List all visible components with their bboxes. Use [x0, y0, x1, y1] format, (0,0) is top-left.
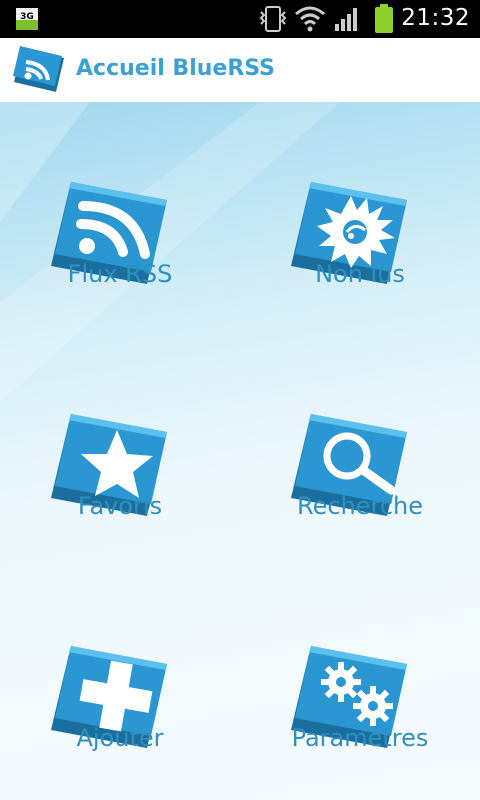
rss-logo-icon[interactable]: [8, 44, 68, 96]
menu-item-label: Non lus: [315, 260, 405, 288]
action-bar: Accueil BlueRSS: [0, 38, 480, 102]
main-menu: Flux RSS Non lus Favoris Recherche Ajout…: [0, 102, 480, 800]
clock: 21:32: [401, 5, 470, 31]
menu-item-label: Paramètres: [291, 724, 429, 752]
menu-item-label: Favoris: [77, 492, 163, 520]
vibrate-icon: [259, 6, 287, 32]
battery-icon: [375, 4, 393, 33]
menu-item-flux-rss[interactable]: Flux RSS: [0, 138, 240, 298]
wifi-icon: [295, 6, 325, 32]
menu-item-favoris[interactable]: Favoris: [0, 370, 240, 530]
network-3g-icon: 3G: [16, 8, 38, 30]
signal-icon: [335, 8, 357, 31]
network-label: 3G: [20, 12, 34, 22]
menu-item-label: Flux RSS: [67, 260, 173, 288]
menu-item-recherche[interactable]: Recherche: [240, 370, 480, 530]
menu-item-label: Ajouter: [76, 724, 164, 752]
menu-item-label: Recherche: [296, 492, 424, 520]
menu-item-parametres[interactable]: Paramètres: [240, 602, 480, 762]
page-title: Accueil BlueRSS: [76, 56, 275, 81]
menu-item-non-lus[interactable]: Non lus: [240, 138, 480, 298]
menu-item-ajouter[interactable]: Ajouter: [0, 602, 240, 762]
status-bar: 3G 21:32: [0, 0, 480, 38]
